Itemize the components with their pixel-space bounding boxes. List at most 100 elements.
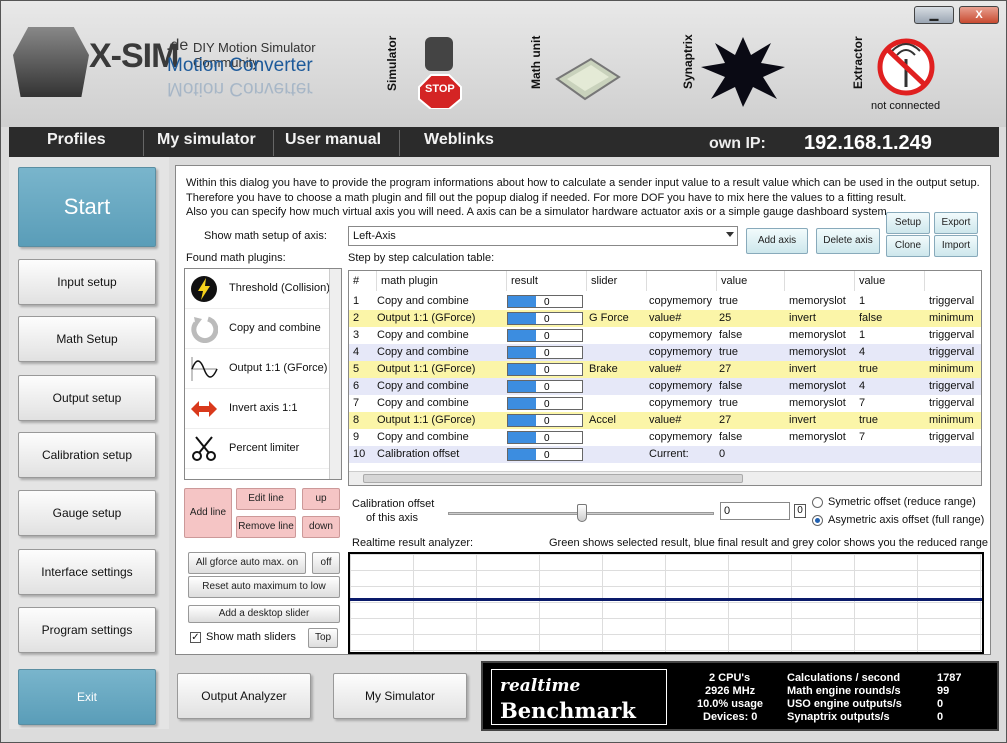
logo: X-SIM .de DIY Motion Simulator Community… — [11, 25, 371, 105]
plugin-item[interactable]: Invert axis 1:1 — [185, 389, 331, 429]
table-cell: 4 — [353, 346, 360, 358]
table-scrollbar[interactable] — [349, 471, 981, 485]
table-cell: Copy and combine — [377, 329, 469, 341]
math-setup-button[interactable]: Math Setup — [18, 316, 156, 362]
calibration-setup-button[interactable]: Calibration setup — [18, 432, 156, 478]
table-cell: Output 1:1 (GForce) — [377, 414, 476, 426]
column-header: value — [855, 271, 925, 291]
nav-weblinks[interactable]: Weblinks — [424, 131, 494, 149]
start-button[interactable]: Start — [18, 167, 156, 247]
simulator-status-icon[interactable]: STOP — [413, 37, 469, 110]
output-analyzer-button[interactable]: Output Analyzer — [177, 673, 311, 719]
scissors-icon — [189, 435, 219, 463]
plugin-item[interactable]: Threshold (Collision) — [185, 269, 331, 309]
table-row[interactable]: 7 Copy and combine copymemory true memoryslo… — [349, 395, 981, 412]
remove-line-button[interactable]: Remove line — [236, 516, 296, 538]
table-cell: 10 — [353, 448, 366, 460]
exit-button[interactable]: Exit — [18, 669, 156, 725]
table-cell: minimum — [929, 414, 974, 426]
calibration-small-value: 0 — [794, 504, 806, 518]
my-simulator-button[interactable]: My Simulator — [333, 673, 467, 719]
invert-arrows-icon — [189, 395, 219, 423]
table-row[interactable]: 1 Copy and combine copymemory true memoryslo… — [349, 293, 981, 310]
table-cell: 1 — [859, 329, 866, 341]
input-setup-button[interactable]: Input setup — [18, 259, 156, 305]
table-row[interactable]: 3 Copy and combine copymemory false memorysl… — [349, 327, 981, 344]
edit-line-button[interactable]: Edit line — [236, 488, 296, 510]
import-button[interactable]: Import — [934, 235, 978, 257]
gforce-auto-button[interactable]: All gforce auto max. on — [188, 552, 306, 574]
close-button[interactable]: X — [959, 6, 999, 24]
interface-settings-button[interactable]: Interface settings — [18, 549, 156, 595]
nav-user-manual[interactable]: User manual — [285, 131, 381, 149]
program-settings-button[interactable]: Program settings — [18, 607, 156, 653]
add-line-button[interactable]: Add line — [184, 488, 232, 538]
reset-auto-button[interactable]: Reset auto maximum to low — [188, 576, 340, 598]
result-bar: 0 — [507, 346, 583, 359]
table-cell: Copy and combine — [377, 397, 469, 409]
extractor-status-icon[interactable] — [875, 37, 937, 97]
show-sliders-checkbox[interactable]: ✓ — [190, 632, 201, 643]
down-button[interactable]: down — [302, 516, 340, 538]
export-button[interactable]: Export — [934, 212, 978, 234]
table-row[interactable]: 4 Copy and combine copymemory true memoryslo… — [349, 344, 981, 361]
table-cell: Calibration offset — [377, 448, 460, 460]
table-row[interactable]: 10 Calibration offset Current: 0 0 — [349, 446, 981, 463]
table-cell: memoryslot — [789, 397, 846, 409]
gauge-setup-button[interactable]: Gauge setup — [18, 490, 156, 536]
result-bar: 0 — [507, 397, 583, 410]
result-bar-fill — [508, 347, 537, 358]
synaptrix-outputs-value: 0 — [937, 711, 944, 723]
benchmark-title-bottom: Benchmark — [500, 698, 636, 723]
asymmetric-radio[interactable] — [812, 515, 823, 526]
nav-profiles[interactable]: Profiles — [47, 131, 106, 149]
output-setup-button[interactable]: Output setup — [18, 375, 156, 421]
math-unit-chip-icon[interactable] — [553, 57, 623, 101]
table-row[interactable]: 2 Output 1:1 (GForce) G Force value# 25 inver… — [349, 310, 981, 327]
table-row[interactable]: 6 Copy and combine copymemory false memorysl… — [349, 378, 981, 395]
nav-divider — [399, 130, 400, 156]
plugin-item[interactable]: Output 1:1 (GForce) — [185, 349, 331, 389]
calibration-slider[interactable] — [448, 504, 714, 522]
table-cell: 6 — [353, 380, 360, 392]
add-desktop-slider-button[interactable]: Add a desktop slider — [188, 605, 340, 623]
setup-button[interactable]: Setup — [886, 212, 930, 234]
up-button[interactable]: up — [302, 488, 340, 510]
table-cell: Accel — [589, 414, 616, 426]
synaptrix-burst-icon[interactable] — [701, 37, 785, 107]
table-cell: true — [719, 295, 738, 307]
plugin-list[interactable]: Threshold (Collision) Copy and combine O… — [184, 268, 342, 480]
table-cell: 1 — [859, 295, 866, 307]
sidebar: Start Input setup Math Setup Output setu… — [9, 157, 169, 729]
table-cell: false — [719, 329, 743, 341]
table-row[interactable]: 5 Output 1:1 (GForce) Brake value# 27 invert t… — [349, 361, 981, 378]
math-unit-label: Math unit — [529, 35, 543, 89]
lightning-icon — [189, 275, 219, 303]
plugin-item[interactable]: Percent limiter — [185, 429, 331, 469]
table-row[interactable]: 9 Copy and combine copymemory false memorysl… — [349, 429, 981, 446]
scroll-thumb[interactable] — [363, 474, 743, 483]
calc-table[interactable]: # math plugin result slider value value … — [348, 270, 982, 486]
gforce-off-button[interactable]: off — [312, 552, 340, 574]
calibration-value-input[interactable]: 0 — [720, 502, 790, 520]
plugin-list-scrollbar[interactable] — [329, 269, 341, 479]
table-cell: memoryslot — [789, 329, 846, 341]
table-row[interactable]: 8 Output 1:1 (GForce) Accel value# 27 invert t… — [349, 412, 981, 429]
nav-my-simulator[interactable]: My simulator — [157, 131, 256, 149]
clone-button[interactable]: Clone — [886, 235, 930, 257]
delete-axis-button[interactable]: Delete axis — [816, 228, 880, 254]
result-bar-fill — [508, 364, 537, 375]
table-cell: Copy and combine — [377, 431, 469, 443]
add-axis-button[interactable]: Add axis — [746, 228, 808, 254]
result-bar: 0 — [507, 329, 583, 342]
minimize-button[interactable]: ▁ — [914, 6, 954, 24]
axis-select[interactable]: Left-Axis — [348, 226, 738, 246]
plugin-item[interactable]: Copy and combine — [185, 309, 331, 349]
table-cell: 4 — [859, 346, 866, 358]
slider-thumb[interactable] — [577, 504, 587, 522]
symmetric-radio[interactable] — [812, 497, 823, 508]
table-cell: triggerval — [929, 295, 975, 307]
top-button[interactable]: Top — [308, 628, 338, 648]
table-cell: memoryslot — [789, 431, 846, 443]
table-cell: G Force — [589, 312, 629, 324]
